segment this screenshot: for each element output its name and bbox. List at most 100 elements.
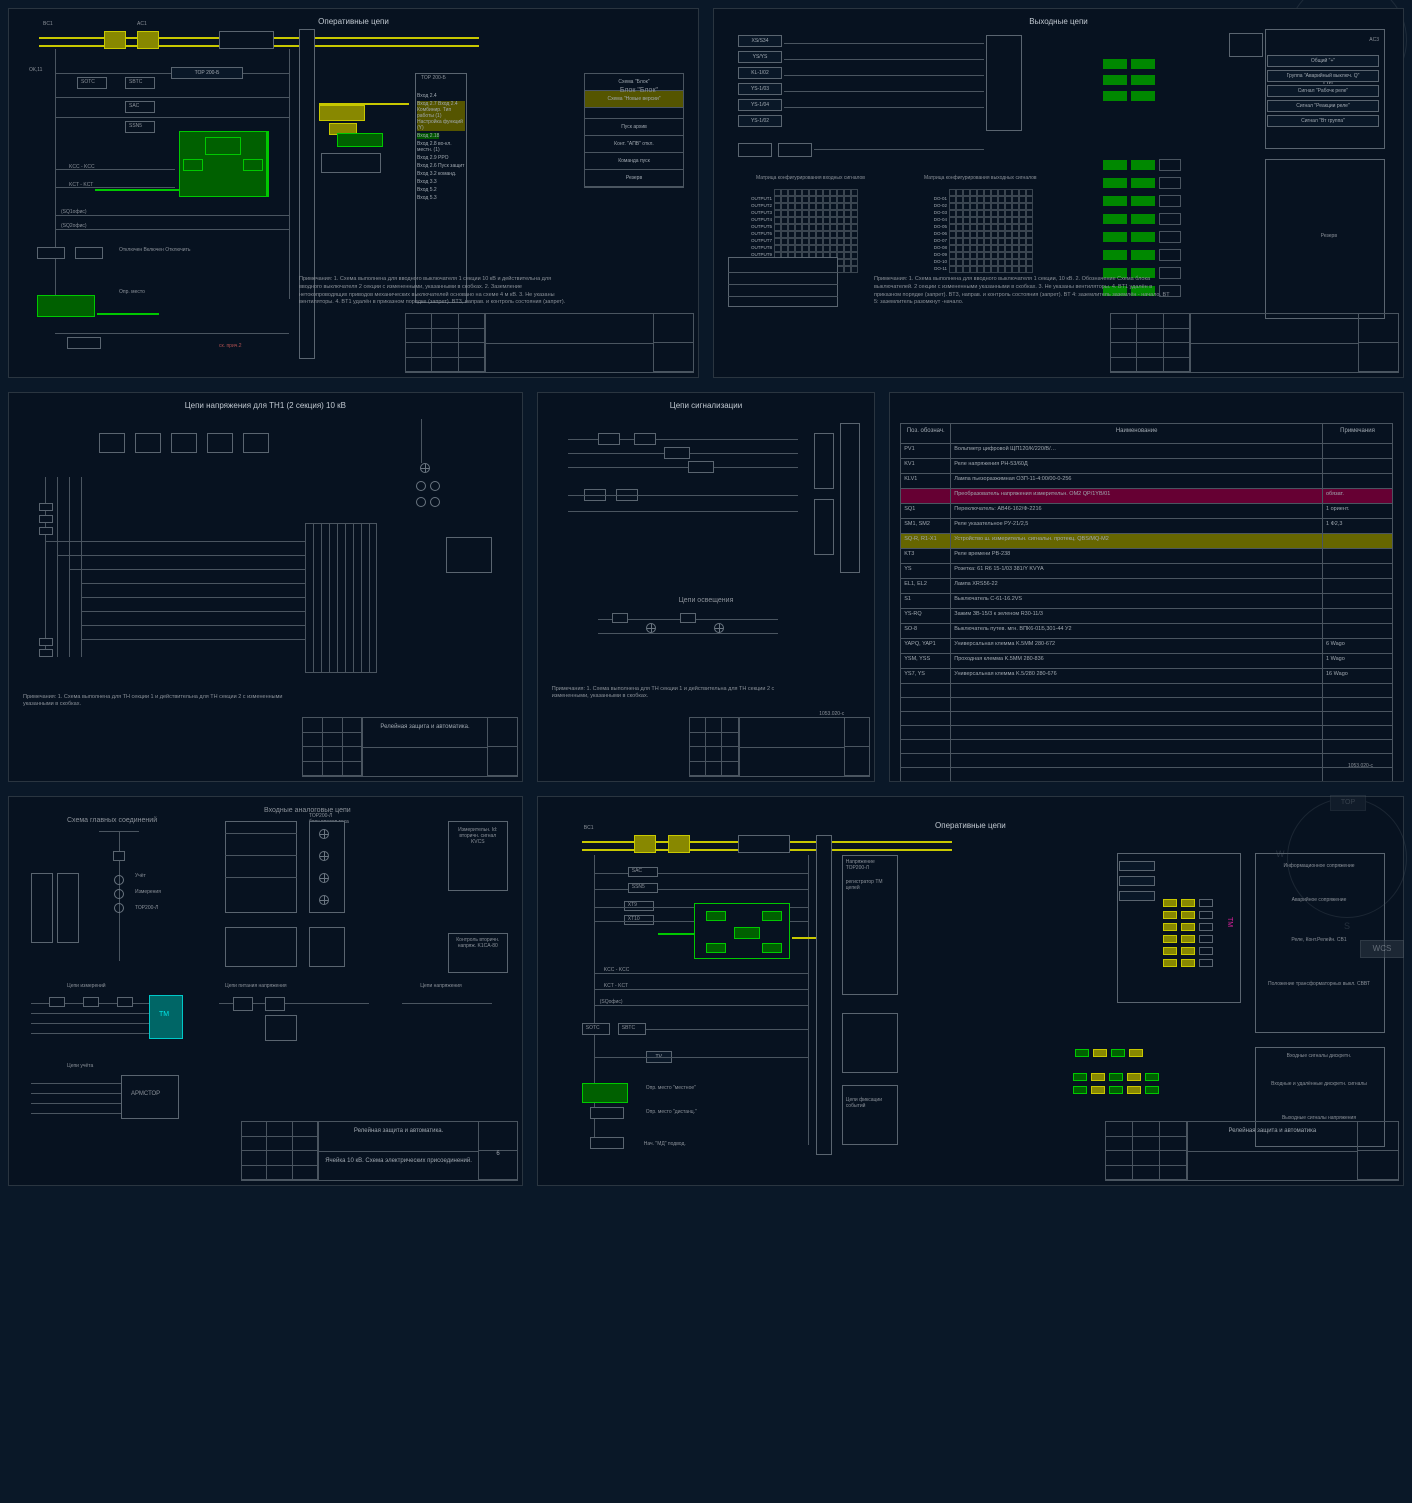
lbl-sotc: SOTC [81, 79, 95, 85]
parts-row: SQ1Переключатель: АВ46-162/Ф-22161 ориен… [900, 504, 1393, 519]
lbl-ssn: SSN5 [129, 123, 142, 129]
io-8: Вход 5.2 [417, 187, 437, 193]
sheet-parts-list: Поз. обознач. Наименование Примечания PV… [889, 392, 1404, 782]
sheet2-title: Выходные цепи [714, 17, 1403, 26]
parts-row: KV1Реле напряжения РН-53/60Д [900, 459, 1393, 474]
s7-sbtc: SBTC [622, 1025, 635, 1031]
lbl-ty: Учёт [135, 873, 146, 879]
parts-row: Преобразователь напряжения измерительн. … [900, 489, 1393, 504]
lbl-amp: АРМСТОР [131, 1091, 160, 1097]
s7-sq: (SQофис) [600, 999, 623, 1005]
lm9: Цепи фиксации событий [846, 1097, 894, 1109]
lbl-sbtc: SBTC [129, 79, 142, 85]
titleblock-s4 [689, 717, 871, 777]
sig-2: KL-1/02 [738, 67, 782, 79]
titleblock-s3: Релейная защита и автоматика. [302, 717, 517, 777]
sheet-operational-circuits-2: Оперативные цепи BC1 SAC SSN5 XT9 XT10 K… [537, 796, 1404, 1186]
lbl-tor: ТОР200-Л [135, 905, 158, 911]
legend-2 [585, 108, 683, 119]
sheet-operational-circuits-1: Оперативные цепи BC1 AC1 ОК,11 SOTC SBTC… [8, 8, 699, 378]
tb7-t1: Релейная защита и автоматика [1188, 1122, 1357, 1152]
sheet4-notes: Примечания: 1. Схема выполнена для ТН се… [552, 686, 812, 701]
green-io-stack [1103, 59, 1213, 101]
lbl-kcc: KCC - KCC [69, 164, 95, 170]
sig-0: XS/S34 [738, 35, 782, 47]
parts-row: KLV1Лампа пьезоразжимная ОЗП-11-4:00/00-… [900, 474, 1393, 489]
matrix-outputs: DO-01DO-02DO-03DO-04DO-05DO-06DO-07DO-08… [909, 189, 1033, 273]
tb6-t2: Ячейка 10 кВ. Схема электрических присое… [319, 1152, 478, 1181]
parts-row: SM1, SM2Реле указательное РУ-21/2,51 Ф2,… [900, 519, 1393, 534]
io-2: Вход 2.18 [417, 133, 439, 139]
titleblock-s2 [1110, 313, 1399, 373]
sl1: Аварийное сопряжение [1265, 897, 1373, 903]
lbl-sq1: (SQ1офис) [61, 209, 87, 215]
lbl-block-model: ТОР 200-Б [421, 75, 446, 81]
s7-sotc: SOTC [586, 1025, 600, 1031]
rbox2: Контроль вторичн. напряж. K1CA-80 [454, 937, 502, 949]
sheets-grid: Оперативные цепи BC1 AC1 ОК,11 SOTC SBTC… [8, 8, 1404, 1186]
parts-row: S1Выключатель C-61-16.2VS [900, 594, 1393, 609]
sheet2-notes: Примечания: 1. Схема выполнена для вводн… [874, 276, 1174, 307]
bg2: Входные и удалённые дискретн. сигналы [1265, 1081, 1373, 1087]
s7-mh: Нач. "МД" подвод. [644, 1141, 686, 1147]
tb3-t1: Релейная защита и автоматика. [363, 718, 487, 748]
lbl-bc1: BC1 [43, 21, 53, 27]
titleblock-s1 [405, 313, 694, 373]
parts-row: EL1, EL2Лампа XRS56-22 [900, 579, 1393, 594]
parts-row: YS7, YSУниверсальная клемма K.5/280 280-… [900, 669, 1393, 684]
legend-3: Пуск архив [585, 119, 683, 136]
wcs-button[interactable]: WCS [1360, 940, 1404, 958]
mtx2-title: Матрица конфигурирования выходных сигнал… [924, 175, 1037, 181]
parts-row: YSM, YSSПроходная клемма K.5MM 280-8361 … [900, 654, 1393, 669]
lbl-hl: Отключен Включен Отключить [119, 247, 190, 253]
parts-row: PV1Вольтметр цифровой ЩП120/К/220/В/… [900, 444, 1393, 459]
parts-row: SQ-R, R1-Х1Устройство ш. измерительн. си… [900, 534, 1393, 549]
sec4: Цепи учёта [67, 1063, 93, 1069]
titleblock-s7: Релейная защита и автоматика [1105, 1121, 1399, 1181]
sheet7-title: Оперативные цепи [538, 821, 1403, 830]
lbl-sac: SAC [129, 103, 139, 109]
lbl-tm: TM [159, 1011, 169, 1018]
lt-3: Группа "Аварийный выключ. Q" [1267, 70, 1379, 82]
lbl-ctrl2: Опр. место [119, 289, 145, 295]
s6-h1: Схема главных соединений [67, 817, 157, 824]
titleblock-s6: Релейная защита и автоматика.Ячейка 10 к… [241, 1121, 518, 1181]
s7-ctrl2: Опр. место "дистанц." [646, 1109, 697, 1115]
legend-block-name: Блок "Блок" [620, 87, 658, 94]
sheet-voltage-circuits-vt: Цепи напряжения для ТН1 (2 секция) 10 кВ… [8, 392, 523, 782]
io-9: Вход 5.3 [417, 195, 437, 201]
th-c2: Наименование [951, 424, 1323, 443]
lt-2: Общий "+" [1267, 55, 1379, 67]
th-c1: Поз. обознач. [901, 424, 951, 443]
sheet4-title2: Цепи освещения [538, 597, 875, 604]
lt-6: Сигнал "Вт группа" [1267, 115, 1379, 127]
lbl-sq2: (SQ2офис) [61, 223, 87, 229]
io-4: Вход 2.9 РРО [417, 155, 449, 161]
sheet3-notes: Примечания: 1. Схема выполнена для ТН се… [23, 694, 283, 709]
bg1: Входные сигналы дискретн. [1265, 1053, 1373, 1059]
sheet5-ref: 1053.020-с [1348, 763, 1373, 769]
legend-5: Команда пуск [585, 153, 683, 170]
sig-1: YS/YS [738, 51, 782, 63]
sheet-output-circuits: Выходные цепи XS/S34 YS/YS KL-1/02 YS-1/… [713, 8, 1404, 378]
lt-0: AC3 [1369, 37, 1379, 43]
lt-4: Сигнал "Рабочк реле" [1267, 85, 1379, 97]
parts-row: YS-RQЗажим ЗВ-15/3 к зеленом R30-11/3 [900, 609, 1393, 624]
parts-row: YSРозетка: 61 R6 15-1/03 381/Y KVYA [900, 564, 1393, 579]
tb6-n: 6 [479, 1151, 516, 1180]
sig-4: YS-1/04 [738, 99, 782, 111]
io-3: Вход 2.8 во-кл. местн. (1) [417, 141, 465, 153]
lbl-kct: KCT - KCT [69, 182, 93, 188]
lm0: Напряжение ТОР200-Л [846, 859, 894, 871]
lm1: регистратор TM цепей [846, 879, 894, 891]
sec3: Цепи напряжения [420, 983, 461, 989]
sheet1-title: Оперативные цепи [9, 17, 698, 26]
parts-table: Поз. обознач. Наименование Примечания PV… [900, 423, 1393, 782]
s7-bc1: BC1 [584, 825, 594, 831]
lt-5: Сигнал "Реакции реле" [1267, 100, 1379, 112]
io-6: Вход 3.2 команд. [417, 171, 456, 177]
parts-row: SO-8Выключатель путев. мгн. ВПК6-01Б,301… [900, 624, 1393, 639]
io-0: Вход 2.4 [417, 93, 437, 99]
legend-6: Резерв [585, 170, 683, 187]
sheet1-notes: Примечания: 1. Схема выполнена для вводн… [299, 276, 569, 307]
